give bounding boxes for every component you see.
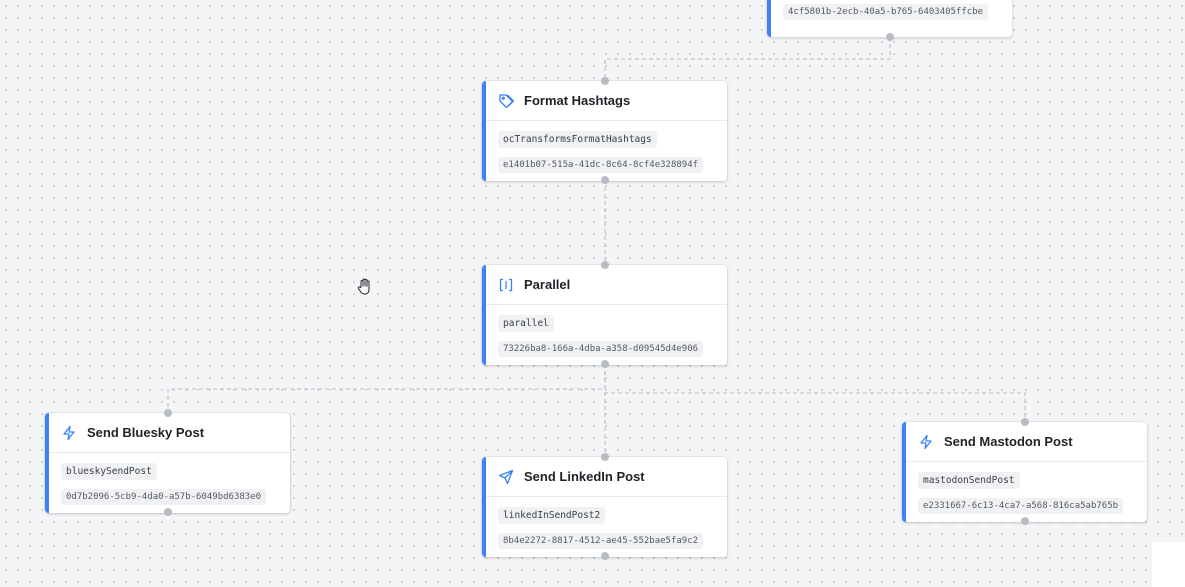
input-handle[interactable] xyxy=(1021,418,1029,426)
node-id-chip: 73226ba8-166a-4dba-a358-d09545d4e906 xyxy=(498,341,704,357)
node-title: Format Hashtags xyxy=(524,93,631,108)
node-id-chip: 4cf5801b-2ecb-40a5-b765-6403405ffcbe xyxy=(783,4,989,20)
node-action-chip: blueskySendPost xyxy=(61,463,157,480)
output-handle[interactable] xyxy=(601,552,609,560)
tag-icon xyxy=(498,93,514,109)
node-id-chip: 8b4e2272-8817-4512-ae45-552bae5fa9c2 xyxy=(498,533,704,549)
output-handle[interactable] xyxy=(601,360,609,368)
node-send-bluesky-post[interactable]: Send Bluesky Post blueskySendPost 0d7b20… xyxy=(45,413,290,513)
node-action-chip: ocTransformsFormatHashtags xyxy=(498,131,657,148)
node-id-chip: e1401b07-515a-41dc-8c64-8cf4e328894f xyxy=(498,157,704,173)
send-icon xyxy=(498,469,514,485)
edge-parallel-to-bluesky xyxy=(167,364,606,413)
node-header: Send Mastodon Post xyxy=(906,422,1147,462)
panel-corner xyxy=(1152,542,1185,587)
node-title: Send Mastodon Post xyxy=(944,434,1073,449)
output-handle[interactable] xyxy=(886,33,894,41)
edge-top-to-format-hashtags xyxy=(604,37,891,81)
node-action-chip: mastodonSendPost xyxy=(918,472,1020,489)
input-handle[interactable] xyxy=(601,453,609,461)
node-action-chip: parallel xyxy=(498,315,554,332)
parallel-icon xyxy=(498,277,514,293)
node-title: Parallel xyxy=(524,277,571,292)
node-action-chip: linkedInSendPost2 xyxy=(498,507,606,524)
output-handle[interactable] xyxy=(1021,517,1029,525)
node-header: Send Bluesky Post xyxy=(49,413,290,453)
node-send-mastodon-post[interactable]: Send Mastodon Post mastodonSendPost e233… xyxy=(902,422,1147,522)
node-title: Send LinkedIn Post xyxy=(524,469,645,484)
node-format-hashtags[interactable]: Format Hashtags ocTransformsFormatHashta… xyxy=(482,81,727,181)
output-handle[interactable] xyxy=(601,176,609,184)
lightning-icon xyxy=(61,425,77,441)
node-title: Send Bluesky Post xyxy=(87,425,205,440)
node-id-chip: 0d7b2096-5cb9-4da0-a57b-6049bd6383e0 xyxy=(61,489,267,505)
output-handle[interactable] xyxy=(164,508,172,516)
node-parallel[interactable]: Parallel parallel 73226ba8-166a-4dba-a35… xyxy=(482,265,727,365)
input-handle[interactable] xyxy=(601,77,609,85)
input-handle[interactable] xyxy=(164,409,172,417)
hand-pan-icon xyxy=(355,277,375,297)
node-header: Parallel xyxy=(486,265,727,305)
node-upstream-partial[interactable]: 4cf5801b-2ecb-40a5-b765-6403405ffcbe xyxy=(767,0,1012,37)
lightning-icon xyxy=(918,434,934,450)
node-header: Send LinkedIn Post xyxy=(486,457,727,497)
node-send-linkedin-post[interactable]: Send LinkedIn Post linkedInSendPost2 8b4… xyxy=(482,457,727,557)
node-header: Format Hashtags xyxy=(486,81,727,121)
edge-parallel-to-mastodon xyxy=(604,364,1026,422)
node-id-chip: e2331667-6c13-4ca7-a568-816ca5ab765b xyxy=(918,498,1124,514)
input-handle[interactable] xyxy=(601,261,609,269)
